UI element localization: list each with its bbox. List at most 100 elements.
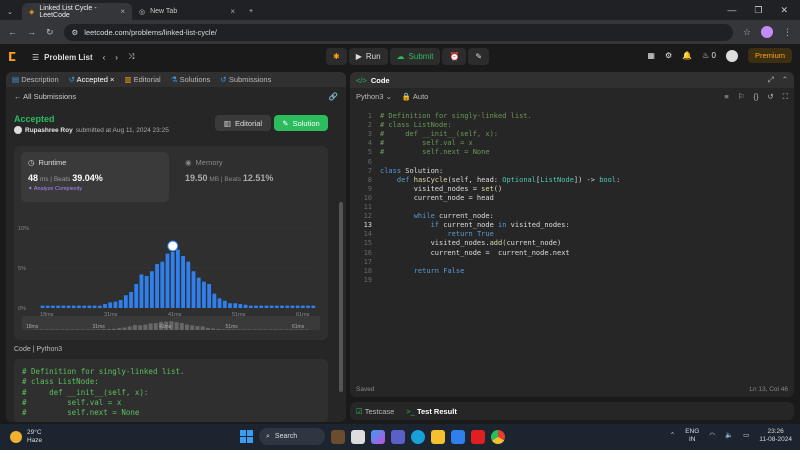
overview-bar [174, 322, 179, 330]
left-scrollbar[interactable] [339, 202, 343, 392]
braces-icon[interactable]: {} [753, 92, 758, 102]
maximize-icon[interactable]: ⤢ [768, 75, 774, 85]
all-submissions-link[interactable]: ← All Submissions [14, 92, 76, 101]
overview-bar [49, 329, 54, 330]
notification-icon[interactable]: 🔔 [682, 51, 692, 60]
streak-counter[interactable]: ♨ 0 [702, 51, 716, 60]
close-icon[interactable]: × [230, 7, 235, 16]
profile-avatar[interactable] [761, 26, 773, 38]
code-line: # def __init__(self, x): [380, 130, 499, 139]
bookmark-icon[interactable]: ⚐ [738, 92, 745, 102]
timer-button[interactable]: ⏰ [442, 48, 467, 65]
code-line: # class ListNode: [380, 121, 452, 130]
tab-testcase[interactable]: ☑ Testcase [356, 407, 394, 416]
minimize-icon[interactable]: — [727, 5, 736, 15]
code-line: current_node = current_node.next [380, 248, 570, 257]
run-button[interactable]: ▶ Run [348, 48, 388, 65]
search-box[interactable]: ⌕ Search [259, 428, 325, 445]
tab-list-dropdown[interactable]: ⌄ [0, 3, 22, 20]
edge-icon[interactable] [411, 429, 425, 444]
tab-accepted[interactable]: ↺ Accepted × [69, 75, 115, 84]
auto-mode[interactable]: 🔒 Auto [402, 92, 428, 101]
y-tick-label: 5% [18, 266, 26, 272]
language-select[interactable]: Python3 ⌄ [356, 92, 392, 101]
memory-card[interactable]: ◉ Memory 19.50 MB | Beats 12.51% [178, 152, 318, 202]
overview-bar [39, 329, 44, 330]
site-info-icon[interactable]: ⚙ [72, 28, 79, 37]
edit-icon: ✎ [282, 118, 289, 128]
youtube-icon[interactable] [471, 429, 485, 444]
problem-list-button[interactable]: ☰ Problem List [32, 53, 93, 62]
back-icon[interactable]: ← [8, 27, 17, 37]
volume-icon[interactable]: 🔈 [725, 432, 733, 440]
new-tab-button[interactable]: + [242, 3, 260, 20]
runtime-card[interactable]: ◷ Runtime 48 ms | Beats 39.04% ✦ Analyze … [21, 152, 169, 202]
close-icon[interactable]: × [120, 7, 125, 16]
widgets-app-icon[interactable] [331, 429, 345, 444]
system-tray: ⌃ ENG IN ◠ 🔈 ▭ 23:26 11-08-2024 [670, 428, 792, 444]
close-window-icon[interactable]: ✕ [780, 5, 788, 16]
analyze-complexity-link[interactable]: ✦ Analyze Complexity [28, 186, 162, 192]
overview-bar [242, 329, 247, 330]
format-icon[interactable]: ≡ [724, 92, 728, 102]
next-problem-icon[interactable]: › [115, 53, 118, 62]
editorial-button[interactable]: ▥ Editorial [215, 115, 271, 131]
share-link-icon[interactable]: 🔗 [329, 92, 338, 101]
maximize-icon[interactable]: ❐ [754, 5, 762, 16]
copilot-icon[interactable] [371, 429, 385, 444]
chart-bar [264, 305, 269, 308]
status-badge: Accepted [14, 114, 55, 124]
submit-button[interactable]: ☁ Submit [389, 48, 441, 65]
solution-button[interactable]: ✎ Solution [274, 115, 328, 131]
tab-description[interactable]: ▤ Description [12, 75, 59, 84]
clock[interactable]: 23:26 11-08-2024 [759, 428, 792, 444]
runtime-distribution-chart[interactable]: 10%5%0%18ms 31ms 41ms 51ms 61ms18ms 31ms 41ms 5… [14, 204, 328, 336]
chrome-icon[interactable] [491, 429, 505, 444]
folder-icon[interactable] [431, 429, 445, 444]
editor-toolbar: Python3 ⌄ 🔒 Auto ≡ ⚐ {} ↺ ⛶ [350, 88, 794, 105]
prev-problem-icon[interactable]: ‹ [103, 53, 106, 62]
notes-button[interactable]: ✎ [468, 48, 490, 65]
browser-tab-leetcode[interactable]: ◈ Linked List Cycle - LeetCode × [22, 3, 132, 20]
url-bar[interactable]: ⚙ leetcode.com/problems/linked-list-cycl… [63, 23, 733, 41]
settings-icon[interactable]: ⚙ [665, 51, 672, 60]
teams-icon[interactable] [391, 429, 405, 444]
mail-icon[interactable] [451, 429, 465, 444]
tab-submissions[interactable]: ↺ Submissions [220, 75, 271, 84]
battery-icon[interactable]: ▭ [743, 432, 749, 440]
overview-bar [304, 329, 309, 330]
weather-widget[interactable]: 29°C Haze [0, 429, 42, 445]
line-number: 10 [363, 193, 372, 202]
chart-bar [113, 301, 118, 308]
flask-icon: ⚗ [170, 75, 178, 84]
menu-icon[interactable]: ⋮ [783, 27, 792, 38]
file-explorer-icon[interactable] [351, 429, 365, 444]
code-editor[interactable]: 1 # Definition for singly-linked list. 2 # … [350, 108, 794, 378]
windows-start-icon[interactable] [240, 430, 253, 443]
browser-tab-new[interactable]: ◎ New Tab × [132, 3, 242, 20]
shuffle-icon[interactable]: ⤨ [128, 52, 134, 62]
tab-test-result[interactable]: >_ Test Result [406, 407, 457, 416]
user-avatar[interactable] [725, 49, 738, 62]
tab-editorial[interactable]: ▥ Editorial [124, 75, 160, 84]
collapse-icon[interactable]: ⌃ [782, 75, 788, 85]
leetcode-logo-icon[interactable]: ⵎ [8, 50, 22, 64]
close-icon[interactable]: × [110, 75, 114, 84]
tab-solutions[interactable]: ⚗ Solutions [171, 75, 211, 84]
fullscreen-icon[interactable]: ⛶ [783, 92, 788, 102]
premium-button[interactable]: Premium [747, 48, 792, 63]
reset-icon[interactable]: ↺ [767, 92, 773, 102]
overview-bar [263, 329, 268, 330]
forward-icon[interactable]: → [27, 27, 36, 37]
bookmark-star-icon[interactable]: ☆ [743, 27, 751, 38]
layout-icon[interactable]: ▦ [647, 51, 655, 60]
navbar-right: ▦ ⚙ 🔔 ♨ 0 Premium [647, 48, 792, 63]
chevron-up-icon[interactable]: ⌃ [670, 432, 675, 440]
wifi-icon[interactable]: ◠ [709, 432, 715, 440]
search-icon: ⌕ [266, 432, 270, 440]
language-indicator[interactable]: ENG IN [685, 428, 699, 444]
username[interactable]: Rupashree Roy [25, 127, 73, 134]
debug-button[interactable]: ✱ [326, 48, 347, 65]
current-submission-marker [167, 240, 179, 252]
reload-icon[interactable]: ↻ [46, 27, 54, 38]
